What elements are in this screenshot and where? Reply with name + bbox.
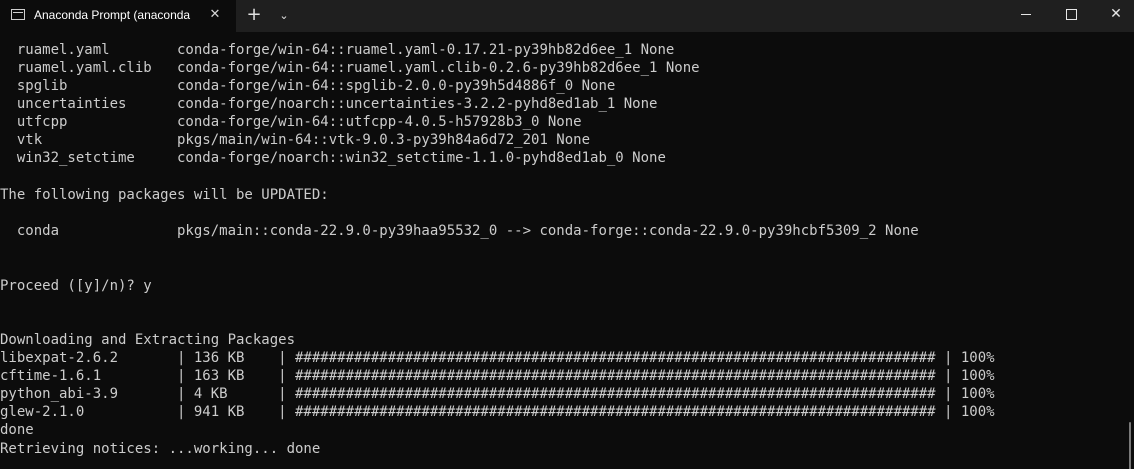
terminal-line: vtk pkgs/main/win-64::vtk-9.0.3-py39h84a… (0, 132, 591, 148)
terminal-tab[interactable]: Anaconda Prompt (anaconda ✕ (0, 0, 236, 32)
terminal-line: ruamel.yaml.clib conda-forge/win-64::rua… (0, 60, 700, 76)
terminal-line: glew-2.1.0 | 941 KB | ##################… (0, 404, 995, 420)
terminal-line: utfcpp conda-forge/win-64::utfcpp-4.0.5-… (0, 114, 582, 130)
close-window-button[interactable]: ✕ (1093, 0, 1134, 32)
terminal-line: win32_setctime conda-forge/noarch::win32… (0, 150, 666, 166)
terminal-line: ruamel.yaml conda-forge/win-64::ruamel.y… (0, 42, 675, 58)
terminal-line: libexpat-2.6.2 | 136 KB | ##############… (0, 350, 995, 366)
terminal-line: spglib conda-forge/win-64::spglib-2.0.0-… (0, 78, 616, 94)
terminal-line: python_abi-3.9 | 4 KB | ################… (0, 386, 995, 402)
terminal-output[interactable]: ruamel.yaml conda-forge/win-64::ruamel.y… (0, 32, 1134, 469)
tab-dropdown-button[interactable]: ⌄ (273, 8, 295, 24)
maximize-button[interactable] (1048, 0, 1094, 32)
new-tab-button[interactable]: + (243, 5, 265, 27)
terminal-line: The following packages will be UPDATED: (0, 187, 329, 203)
scrollbar[interactable] (1129, 422, 1131, 469)
maximize-icon (1065, 8, 1077, 20)
terminal-line: done (0, 422, 34, 438)
terminal-line: Retrieving notices: ...working... done (0, 441, 321, 457)
terminal-line: Downloading and Extracting Packages (0, 332, 296, 348)
title-bar: Anaconda Prompt (anaconda ✕ + ⌄ ✕ (0, 0, 1134, 32)
terminal-line: uncertainties conda-forge/noarch::uncert… (0, 96, 658, 112)
minimize-button[interactable] (1003, 0, 1049, 32)
tab-title: Anaconda Prompt (anaconda (34, 8, 191, 22)
minimize-icon (1021, 13, 1031, 15)
terminal-line: conda pkgs/main::conda-22.9.0-py39haa955… (0, 223, 919, 239)
terminal-line: Proceed ([y]/n)? y (0, 278, 152, 294)
terminal-icon (11, 9, 25, 20)
tab-close-button[interactable]: ✕ (205, 5, 225, 25)
terminal-line: cftime-1.6.1 | 163 KB | ################… (0, 368, 995, 384)
